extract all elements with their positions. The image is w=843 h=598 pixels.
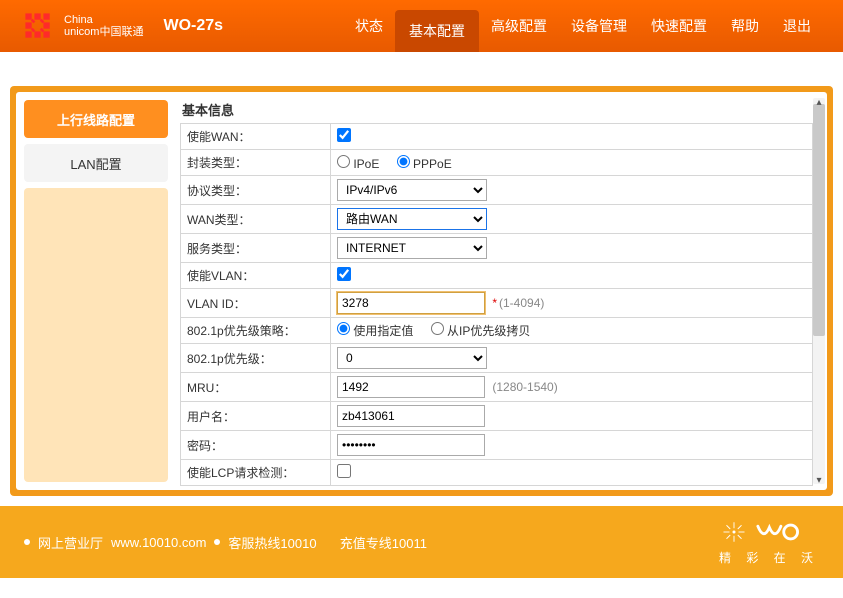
sidebar-item-uplink[interactable]: 上行线路配置: [24, 100, 168, 138]
nav-advanced-config[interactable]: 高级配置: [479, 0, 559, 52]
topbar: China unicom中国联通 WO-27s 状态 基本配置 高级配置 设备管…: [0, 0, 843, 52]
label-enable-lcp: 使能LCP请求检测：: [181, 460, 331, 486]
label-enable-vlan: 使能VLAN：: [181, 263, 331, 289]
input-vlan-id[interactable]: [337, 292, 485, 314]
select-service-type[interactable]: INTERNET: [337, 237, 487, 259]
section-title-basic-info: 基本信息: [180, 96, 813, 123]
nav-basic-config[interactable]: 基本配置: [395, 10, 479, 52]
radio-ipoe-label: IPoE: [353, 157, 379, 171]
label-mru: MRU：: [181, 373, 331, 402]
label-password: 密码：: [181, 431, 331, 460]
hint-mru: (1280-1540): [492, 380, 557, 394]
footer-url[interactable]: www.10010.com: [111, 535, 206, 550]
form-panel: 基本信息 使能WAN： 封装类型： IPoE PPPoE 协议: [176, 92, 827, 490]
nav-help[interactable]: 帮助: [719, 0, 771, 52]
scroll-thumb[interactable]: [813, 104, 825, 336]
nav-logout[interactable]: 退出: [771, 0, 823, 52]
scrollbar[interactable]: ▴ ▾: [813, 98, 825, 484]
label-protocol: 协议类型：: [181, 176, 331, 205]
brand-line1: China: [64, 14, 143, 26]
input-mru[interactable]: [337, 376, 485, 398]
footer-online-hall: 网上营业厅: [38, 533, 103, 552]
label-8021p-policy: 802.1p优先级策略：: [181, 318, 331, 344]
bullet-icon: [24, 539, 30, 545]
wo-tagline: 精 彩 在 沃: [719, 549, 819, 566]
sidebar: 上行线路配置 LAN配置: [16, 92, 176, 490]
radio-copy-ip[interactable]: [431, 322, 444, 335]
hint-vlan-id: (1-4094): [499, 296, 544, 310]
select-protocol[interactable]: IPv4/IPv6: [337, 179, 487, 201]
sidebar-spacer: [24, 188, 168, 482]
checkbox-enable-wan[interactable]: [337, 128, 351, 142]
bullet-icon: [214, 539, 220, 545]
radio-copy-ip-label: 从IP优先级拷贝: [447, 324, 530, 338]
footer: 网上营业厅 www.10010.com 客服热线10010 充值专线10011: [0, 506, 843, 578]
checkbox-enable-lcp[interactable]: [337, 464, 351, 478]
brand-logo: China unicom中国联通: [20, 8, 143, 44]
footer-hotline: 客服热线10010: [228, 533, 316, 552]
scroll-down-icon[interactable]: ▾: [813, 474, 825, 486]
sidebar-item-lan[interactable]: LAN配置: [24, 144, 168, 182]
main-nav: 状态 基本配置 高级配置 设备管理 快速配置 帮助 退出: [343, 0, 823, 52]
label-encapsulation: 封装类型：: [181, 150, 331, 176]
wo-icon: [755, 519, 801, 545]
nav-status[interactable]: 状态: [343, 0, 395, 52]
label-enable-wan: 使能WAN：: [181, 124, 331, 150]
radio-pppoe[interactable]: [397, 155, 410, 168]
spark-icon: [719, 519, 749, 545]
nav-device-management[interactable]: 设备管理: [559, 0, 639, 52]
wo-logo: [719, 519, 819, 545]
unicom-logo-icon: [20, 8, 56, 44]
nav-quick-config[interactable]: 快速配置: [639, 0, 719, 52]
brand-line2: unicom中国联通: [64, 26, 143, 38]
input-username[interactable]: [337, 405, 485, 427]
footer-recharge: 充值专线10011: [340, 533, 427, 552]
radio-pppoe-label: PPPoE: [413, 157, 452, 171]
radio-use-specified[interactable]: [337, 322, 350, 335]
scroll-up-icon[interactable]: ▴: [813, 96, 825, 108]
select-wan-type[interactable]: 路由WAN: [337, 208, 487, 230]
label-username: 用户名：: [181, 402, 331, 431]
select-8021p-priority[interactable]: 0: [337, 347, 487, 369]
label-8021p-priority: 802.1p优先级：: [181, 344, 331, 373]
label-wan-type: WAN类型：: [181, 205, 331, 234]
radio-ipoe[interactable]: [337, 155, 350, 168]
input-password[interactable]: [337, 434, 485, 456]
radio-use-specified-label: 使用指定值: [353, 324, 413, 338]
label-vlan-id: VLAN ID：: [181, 289, 331, 318]
label-service-type: 服务类型：: [181, 234, 331, 263]
checkbox-enable-vlan[interactable]: [337, 267, 351, 281]
device-model: WO-27s: [163, 17, 223, 35]
content-frame: 上行线路配置 LAN配置 基本信息 使能WAN： 封装类型： IPo: [10, 86, 833, 496]
